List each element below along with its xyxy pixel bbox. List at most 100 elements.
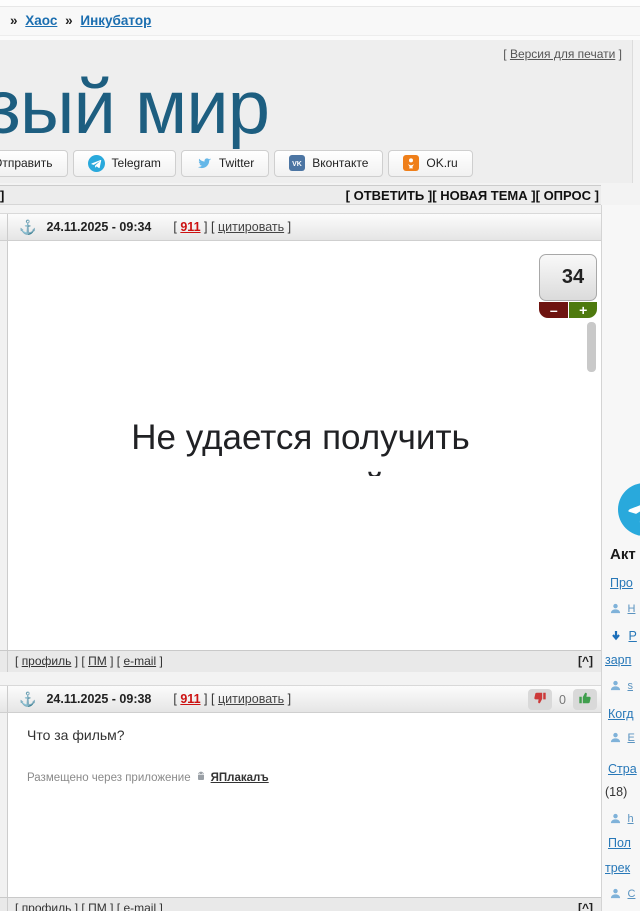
breadcrumb-link-chaos[interactable]: Хаос xyxy=(25,13,57,28)
sidebar-topic-link: трек xyxy=(605,861,630,875)
post-header: ⚓ 24.11.2025 - 09:38 [ 911 ] [ цитироват… xyxy=(0,685,601,713)
post-message: Что за фильм? xyxy=(27,727,125,743)
telegram-icon xyxy=(88,155,105,172)
post-header: ⚓ 24.11.2025 - 09:34 [ 911 ] [ цитироват… xyxy=(0,213,601,241)
sidebar-topic-link: Когд xyxy=(608,707,634,721)
embed-error-clipped-line: доступ к сайту xyxy=(0,467,601,476)
user-column-sliver xyxy=(0,713,8,897)
clipped-text-fragment: ] xyxy=(0,187,4,205)
svg-text:VK: VK xyxy=(292,161,302,168)
sidebar-topic-link: Пол xyxy=(608,836,631,850)
scroll-to-top-link[interactable]: [^] xyxy=(578,651,593,672)
profile-link[interactable]: профиль xyxy=(22,654,72,668)
poll-button[interactable]: ОПРОС xyxy=(544,188,591,203)
share-vk-button[interactable]: VK Вконтакте xyxy=(274,150,383,177)
user-icon xyxy=(610,730,624,744)
pm-link[interactable]: ПМ xyxy=(88,654,107,668)
share-telegram-label: Telegram xyxy=(112,156,161,170)
quote-link[interactable]: цитировать xyxy=(218,692,284,706)
post-number-link[interactable]: 911 xyxy=(180,692,200,706)
email-link[interactable]: e-mail xyxy=(123,901,156,911)
topic-title: зый мир xyxy=(0,68,269,148)
vote-count: 0 xyxy=(559,693,566,707)
ok-icon xyxy=(403,155,419,171)
post-footer: [ профиль ] [ ПМ ] [ e-mail ] [^] xyxy=(0,650,601,672)
via-prefix: Размещено через приложение xyxy=(27,772,191,784)
user-icon xyxy=(610,811,624,825)
quote-link[interactable]: цитировать xyxy=(218,220,284,234)
post-date: 24.11.2025 - 09:38 xyxy=(46,692,151,706)
post-content: 34 – + Не удается получить доступ к сайт… xyxy=(0,241,601,650)
post-footer: [ профиль ] [ ПМ ] [ e-mail ] [^] xyxy=(0,897,601,911)
breadcrumb-link-incubator[interactable]: Инкубатор xyxy=(80,13,151,28)
breadcrumb-separator: » xyxy=(65,13,73,28)
thumb-down-icon xyxy=(533,691,547,708)
user-column-sliver xyxy=(0,214,8,240)
reply-button[interactable]: ОТВЕТИТЬ xyxy=(354,188,425,203)
breadcrumb: » Хаос » Инкубатор xyxy=(0,7,640,36)
post-date: 24.11.2025 - 09:34 xyxy=(46,220,151,234)
posted-via-line: Размещено через приложение ЯПлакалъ xyxy=(27,770,269,785)
sidebar-topic-link: Стра xyxy=(608,762,637,776)
sidebar-user-row: h xyxy=(610,811,634,825)
android-app-icon xyxy=(195,770,207,785)
share-buttons-row: Отправить Telegram Twitter VK Вконтакте xyxy=(0,148,478,178)
user-icon xyxy=(610,678,624,692)
posts-column: ⚓ 24.11.2025 - 09:34 [ 911 ] [ цитироват… xyxy=(0,205,601,911)
rating-plus-button[interactable]: + xyxy=(569,302,597,318)
share-twitter-button[interactable]: Twitter xyxy=(181,150,269,177)
anchor-icon[interactable]: ⚓ xyxy=(19,219,36,236)
hot-topic-arrow-icon xyxy=(610,629,625,643)
user-icon xyxy=(610,886,624,900)
print-version-link[interactable]: Версия для печати xyxy=(510,47,615,61)
new-topic-button[interactable]: НОВАЯ ТЕМА xyxy=(440,188,527,203)
rating-value: 34 xyxy=(539,254,597,301)
sidebar-user-row: С xyxy=(610,886,635,900)
post-content: Что за фильм? Размещено через приложение… xyxy=(0,713,601,897)
share-telegram-button[interactable]: Telegram xyxy=(73,150,176,177)
active-topics-heading: Акт xyxy=(610,546,636,563)
thumb-up-icon xyxy=(578,691,592,708)
sidebar: Акт Про Н Р зарп s Когд xyxy=(601,205,640,911)
user-column-sliver xyxy=(0,686,8,712)
yaplakal-app-link[interactable]: ЯПлакалъ xyxy=(211,772,269,784)
user-column-sliver xyxy=(0,898,8,911)
share-vk-label: Вконтакте xyxy=(312,156,368,170)
twitter-icon xyxy=(196,155,212,171)
topic-header-panel: [ Версия для печати ] зый мир Отправить … xyxy=(0,40,633,183)
telegram-channel-icon[interactable] xyxy=(618,483,640,536)
rating-minus-button[interactable]: – xyxy=(539,302,568,318)
thumb-up-button[interactable] xyxy=(573,689,597,710)
share-send-label: Отправить xyxy=(0,156,53,170)
anchor-icon[interactable]: ⚓ xyxy=(19,691,36,708)
pm-link[interactable]: ПМ xyxy=(88,901,107,911)
share-twitter-label: Twitter xyxy=(219,156,254,170)
print-version: [ Версия для печати ] xyxy=(503,47,622,61)
user-icon xyxy=(610,601,624,615)
share-ok-button[interactable]: OK.ru xyxy=(388,150,472,177)
embed-scrollbar-thumb[interactable] xyxy=(587,322,596,372)
embed-error-title: Не удается получить xyxy=(0,418,601,458)
sidebar-user-row: Н xyxy=(610,601,635,615)
thumb-down-button[interactable] xyxy=(528,689,552,710)
sidebar-user-row: Е xyxy=(610,730,635,744)
forum-page: » Хаос » Инкубатор [ Версия для печати ]… xyxy=(0,0,640,911)
topic-actions-bar: ] [ ОТВЕТИТЬ ][ НОВАЯ ТЕМА ][ ОПРОС ] xyxy=(0,185,601,205)
post-number-link[interactable]: 911 xyxy=(180,220,200,234)
sidebar-topic-link: Про xyxy=(610,576,633,590)
scroll-to-top-link[interactable]: [^] xyxy=(578,898,593,911)
post-votes-widget: 0 xyxy=(528,689,597,710)
post-rating-widget: 34 – + xyxy=(539,254,597,318)
sidebar-topic-link: Р xyxy=(610,629,637,643)
sidebar-topic-replies-count: (18) xyxy=(605,785,627,799)
vk-icon: VK xyxy=(289,155,305,171)
breadcrumb-separator: » xyxy=(10,13,18,28)
share-send-button[interactable]: Отправить xyxy=(0,150,68,177)
sidebar-topic-link: зарп xyxy=(605,653,631,667)
share-ok-label: OK.ru xyxy=(426,156,457,170)
top-strip xyxy=(0,0,640,7)
sidebar-user-row: s xyxy=(610,678,633,692)
user-column-sliver xyxy=(0,651,8,672)
email-link[interactable]: e-mail xyxy=(123,654,156,668)
profile-link[interactable]: профиль xyxy=(22,901,72,911)
